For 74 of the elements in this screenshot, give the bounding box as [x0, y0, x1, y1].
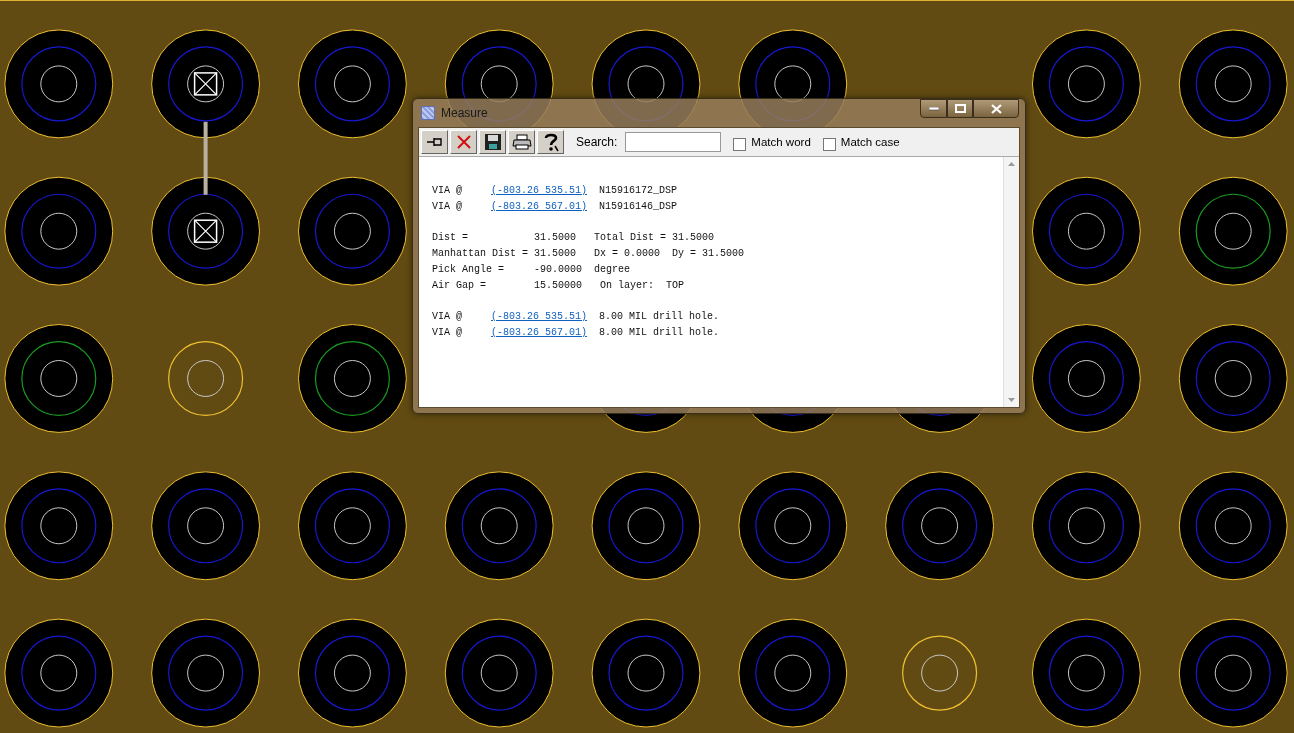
via-drawing[interactable]: [151, 29, 261, 139]
coordinate-link[interactable]: (-803.26 567.01): [491, 325, 587, 341]
minimize-icon: [928, 106, 939, 111]
scroll-down-icon: [1008, 398, 1015, 402]
via-label: VIA @: [432, 310, 463, 324]
via-drawing[interactable]: [1031, 471, 1141, 581]
printer-icon: [511, 134, 532, 150]
via-drawing[interactable]: [738, 618, 848, 728]
close-button[interactable]: [973, 99, 1019, 118]
measure-line: Dist = 31.5000 Total Dist = 31.5000: [432, 231, 715, 245]
via-drawing[interactable]: [1031, 176, 1141, 286]
via-drawing[interactable]: [298, 324, 407, 433]
via-drawing[interactable]: [1178, 176, 1288, 286]
checkbox[interactable]: [822, 138, 836, 151]
via-label: VIA @: [432, 184, 463, 198]
via-info: 8.00 MIL drill hole.: [599, 326, 720, 340]
via-ring-drawing[interactable]: [168, 340, 244, 417]
maximize-icon: [954, 104, 966, 113]
pin-icon: [425, 135, 444, 149]
delete-button[interactable]: [450, 130, 477, 154]
scroll-bar[interactable]: [1003, 157, 1019, 407]
via-drawing[interactable]: [444, 471, 554, 581]
via-drawing[interactable]: [1178, 29, 1288, 139]
maximize-button[interactable]: [947, 99, 973, 118]
search-field[interactable]: [625, 132, 722, 152]
via-drawing[interactable]: [4, 324, 114, 433]
close-icon: [456, 135, 471, 149]
via-drawing[interactable]: [4, 618, 114, 728]
save-button[interactable]: [479, 130, 506, 154]
via-drawing[interactable]: [151, 618, 261, 728]
via-drawing[interactable]: [591, 618, 701, 728]
checkbox-label: Match word: [751, 136, 811, 148]
scroll-up-icon: [1008, 162, 1015, 166]
measure-line: Pick Angle = -90.0000 degree: [432, 263, 631, 277]
checkbox[interactable]: [733, 138, 747, 151]
help-button[interactable]: [537, 130, 564, 154]
via-drawing[interactable]: [4, 29, 114, 139]
search-label: Search:: [576, 135, 618, 149]
measure-line: Air Gap = 15.50000 On layer: TOP: [432, 279, 685, 293]
via-info: N15916146_DSP: [599, 200, 678, 214]
via-ring-drawing[interactable]: [902, 635, 978, 711]
coordinate-link[interactable]: (-803.26 535.51): [491, 309, 587, 325]
close-icon: [990, 103, 1002, 114]
via-label: VIA @: [432, 200, 463, 214]
via-drawing[interactable]: [151, 176, 261, 286]
via-drawing[interactable]: [151, 471, 261, 581]
via-drawing[interactable]: [1178, 471, 1288, 581]
via-drawing[interactable]: [298, 618, 407, 728]
via-drawing[interactable]: [1031, 29, 1141, 139]
via-info: 8.00 MIL drill hole.: [599, 310, 720, 324]
via-drawing[interactable]: [298, 176, 407, 286]
via-drawing[interactable]: [1178, 618, 1288, 728]
minimize-button[interactable]: [920, 99, 947, 118]
coordinate-link[interactable]: (-803.26 535.51): [491, 183, 587, 199]
via-drawing[interactable]: [1031, 618, 1141, 728]
via-drawing[interactable]: [298, 471, 407, 581]
via-drawing[interactable]: [1178, 324, 1288, 433]
via-drawing[interactable]: [1031, 324, 1141, 433]
via-drawing[interactable]: [591, 471, 701, 581]
coordinate-link[interactable]: (-803.26 567.01): [491, 199, 587, 215]
via-label: VIA @: [432, 326, 463, 340]
via-drawing[interactable]: [444, 618, 554, 728]
via-drawing[interactable]: [298, 29, 407, 139]
pin-button[interactable]: [421, 130, 448, 154]
checkbox-label: Match case: [840, 136, 900, 148]
via-info: N15916172_DSP: [599, 184, 678, 198]
measure-line: Manhattan Dist = 31.5000 Dx = 0.0000 Dy = 31.5000: [432, 247, 745, 261]
print-button[interactable]: [508, 130, 535, 154]
via-drawing[interactable]: [738, 471, 848, 581]
app-icon: [421, 106, 435, 120]
via-drawing[interactable]: [885, 471, 995, 581]
window-title: Measure: [441, 106, 489, 120]
via-drawing[interactable]: [4, 176, 114, 286]
via-drawing[interactable]: [4, 471, 114, 581]
